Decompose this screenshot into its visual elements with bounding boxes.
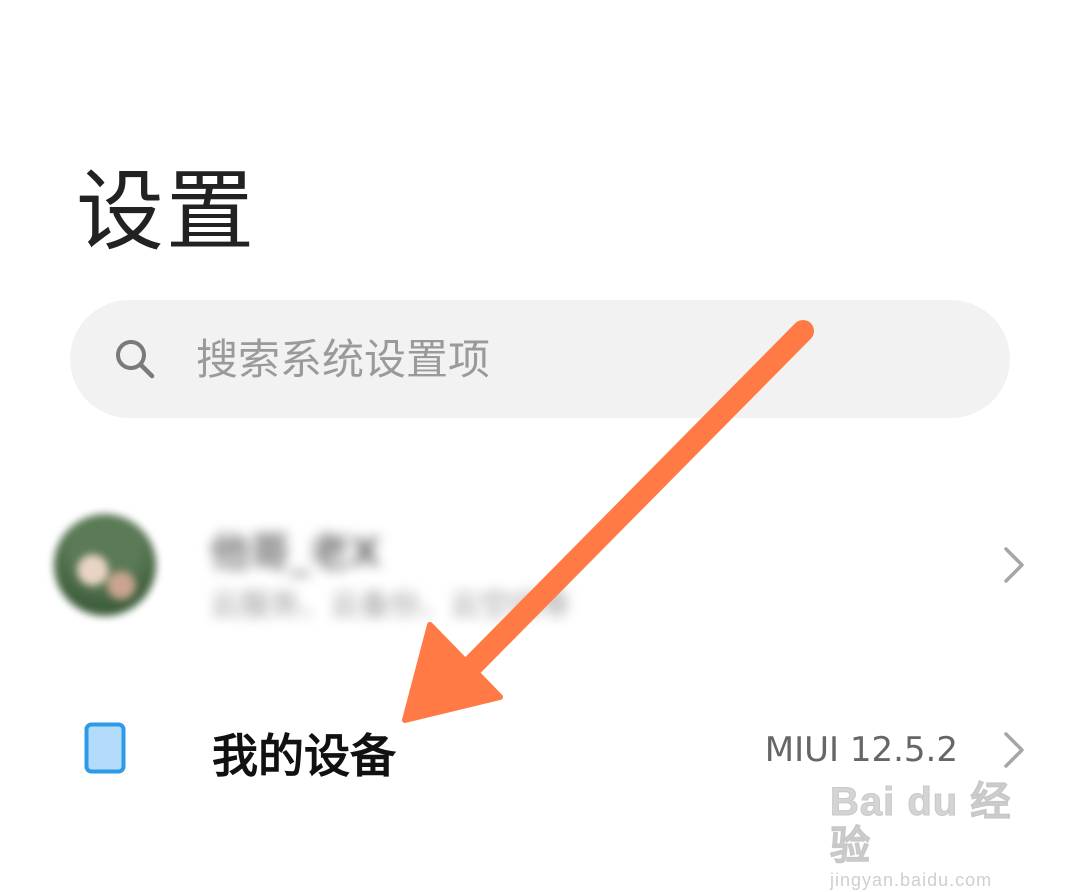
search-icon: [116, 340, 155, 379]
watermark-url: jingyan.baidu.com: [830, 870, 993, 890]
miui-version-value: MIUI 12.5.2: [764, 730, 958, 770]
account-name: 他哥_老X: [210, 530, 381, 576]
tablet-icon: [84, 722, 126, 774]
search-bar[interactable]: [70, 300, 1010, 418]
search-input[interactable]: [196, 329, 896, 389]
account-row[interactable]: 他哥_老X 云服务、云备份、云空间等: [0, 500, 1080, 650]
chevron-right-icon: [1004, 547, 1024, 583]
watermark-brand: Bai du 经验: [830, 780, 1012, 869]
my-device-label: 我的设备: [212, 729, 396, 783]
account-description: 云服务、云备份、云空间等: [210, 588, 570, 623]
baidu-jingyan-watermark: Bai du 经验 jingyan.baidu.com: [830, 780, 1030, 891]
chevron-right-icon: [1004, 732, 1024, 768]
page-title: 设置: [76, 160, 257, 263]
avatar: [54, 514, 156, 616]
